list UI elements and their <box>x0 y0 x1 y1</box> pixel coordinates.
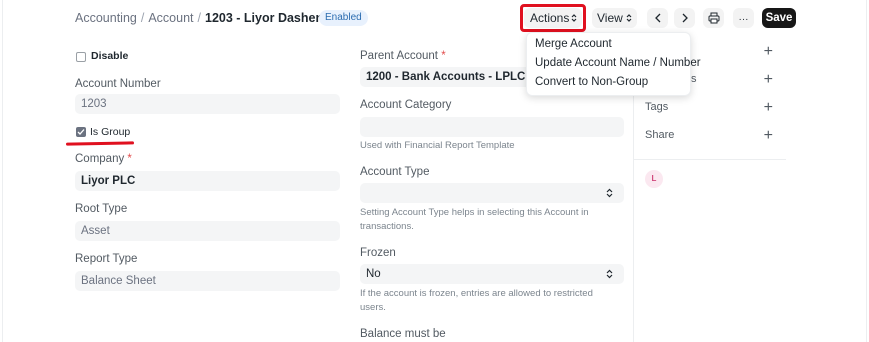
page-header: Accounting / Account/1203 - Liyor Dashen B… <box>0 0 869 36</box>
chevron-left-icon <box>654 13 660 23</box>
account-category-hint: Used with Financial Report Template <box>360 140 515 151</box>
is-group-checkbox[interactable] <box>76 127 86 137</box>
required-indicator: * <box>127 153 132 165</box>
disable-label: Disable <box>91 50 129 62</box>
account-type-hint: Setting Account Type helps in selecting … <box>360 206 589 234</box>
view-button[interactable]: View <box>592 8 637 28</box>
annotation-box-actions <box>520 4 586 32</box>
company-label-text: Company <box>75 153 125 165</box>
disable-checkbox[interactable] <box>76 52 86 62</box>
account-type-select[interactable] <box>360 183 624 203</box>
next-record-button[interactable] <box>674 8 695 28</box>
frozen-hint-line: users. <box>360 302 386 313</box>
chevron-right-icon <box>682 13 688 23</box>
updown-chevron-icon <box>606 269 613 279</box>
account-category-label: Account Category <box>360 99 452 111</box>
parent-account-label: Parent Account * <box>360 50 446 62</box>
breadcrumb-separator: / <box>140 11 145 25</box>
previous-record-button[interactable] <box>647 8 668 28</box>
sidebar-row-tags[interactable]: Tags + <box>645 100 775 119</box>
more-options-icon: ··· <box>738 14 749 25</box>
share-label: Share <box>645 129 675 141</box>
sidebar-row-share[interactable]: Share + <box>645 128 775 147</box>
plus-icon[interactable]: + <box>764 100 773 116</box>
breadcrumb-separator: / <box>197 11 201 25</box>
balance-must-be-label: Balance must be <box>360 328 446 340</box>
plus-icon[interactable]: + <box>764 72 773 88</box>
company-label: Company * <box>75 153 132 165</box>
plus-icon[interactable]: + <box>764 128 773 144</box>
updown-chevron-icon <box>626 14 632 22</box>
frozen-label: Frozen <box>360 247 396 259</box>
required-indicator: * <box>441 50 446 62</box>
breadcrumb-account[interactable]: Account <box>148 11 193 25</box>
report-type-field[interactable]: Balance Sheet <box>75 271 340 291</box>
root-type-field[interactable]: Asset <box>75 221 340 241</box>
printer-icon <box>708 12 719 24</box>
breadcrumb-accounting[interactable]: Accounting <box>75 11 137 25</box>
page-right-border <box>866 0 867 342</box>
plus-icon[interactable]: + <box>764 44 773 60</box>
account-type-label: Account Type <box>360 166 430 178</box>
frozen-value: No <box>366 268 381 280</box>
status-badge: Enabled <box>319 10 368 26</box>
menu-item-merge-account[interactable]: Merge Account <box>535 38 612 56</box>
view-button-label: View <box>597 11 623 25</box>
frozen-hint-line: If the account is frozen, entries are al… <box>360 288 593 299</box>
account-number-label: Account Number <box>75 78 161 90</box>
avatar[interactable]: L <box>645 170 663 188</box>
is-group-label: Is Group <box>90 126 131 138</box>
account-type-hint-line: transactions. <box>360 221 414 232</box>
frozen-hint: If the account is frozen, entries are al… <box>360 287 593 315</box>
company-field[interactable]: Liyor PLC <box>75 171 340 191</box>
parent-account-label-text: Parent Account <box>360 50 438 62</box>
check-icon <box>77 129 85 135</box>
report-type-label: Report Type <box>75 253 138 265</box>
account-number-field[interactable]: 1203 <box>75 94 340 114</box>
annotation-underline-is-group <box>65 141 135 146</box>
account-type-hint-line: Setting Account Type helps in selecting … <box>360 207 589 218</box>
more-options-button[interactable]: ··· <box>733 8 754 28</box>
save-button[interactable]: Save <box>762 8 796 28</box>
root-type-label: Root Type <box>75 203 128 215</box>
menu-item-update-account-name[interactable]: Update Account Name / Number <box>535 57 701 75</box>
actions-dropdown-menu: Merge Account Update Account Name / Numb… <box>526 32 701 96</box>
sidebar-divider <box>634 159 786 160</box>
page-left-border <box>2 0 3 342</box>
tags-label: Tags <box>645 101 669 113</box>
frozen-select[interactable]: No <box>360 264 624 284</box>
menu-item-convert-to-non-group[interactable]: Convert to Non-Group <box>535 76 648 94</box>
updown-chevron-icon <box>606 188 613 198</box>
account-category-field[interactable] <box>360 117 624 137</box>
print-button[interactable] <box>703 8 724 28</box>
